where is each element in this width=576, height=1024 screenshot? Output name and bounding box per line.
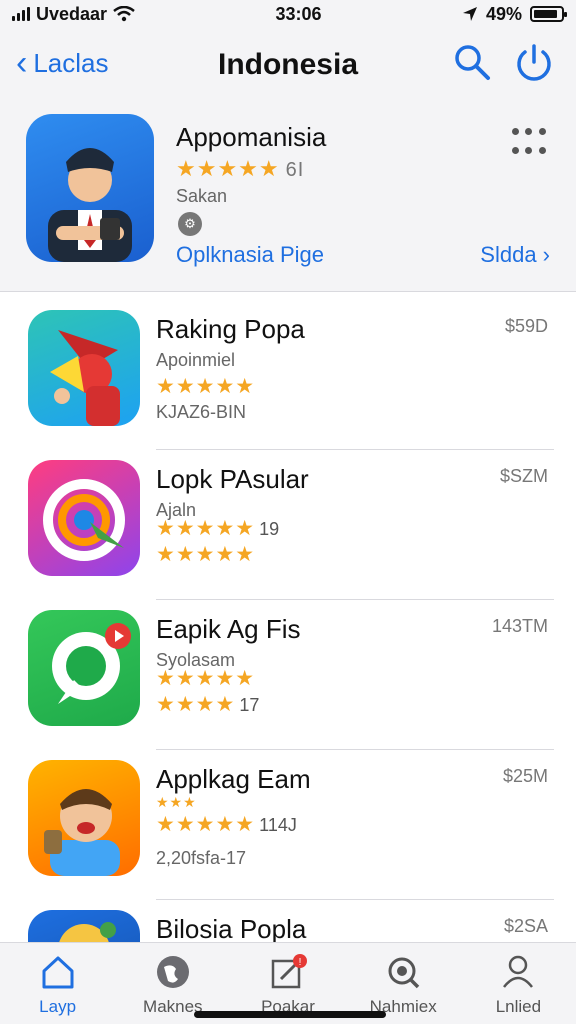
rating-count: 19 <box>259 519 280 539</box>
rating-count: 114J <box>259 815 297 835</box>
list-item[interactable]: Applkag Eam ★★★ ★★★★★ 114J 2,20fsfa-17 $2… <box>0 750 576 900</box>
home-indicator <box>194 1011 386 1018</box>
list-item[interactable]: Lopk PAsular Ajaln ★★★★★ 19 ★★★★★ $SZM <box>0 450 576 600</box>
stars: ★★★★ <box>156 693 236 716</box>
app-icon <box>28 310 140 426</box>
list-item[interactable]: Eapik Ag Fis Syolasam ★★★★★ ★★★★ 17 143TM <box>0 600 576 750</box>
list-item[interactable]: Bilosia Popla $2SA <box>0 900 576 942</box>
star-rating: ★★★★★ <box>176 156 280 181</box>
app-icon <box>28 760 140 876</box>
app-icon <box>28 610 140 726</box>
nav-bar: ‹ Laclas Indonesia <box>0 28 576 104</box>
app-developer: Apoinmiel <box>156 350 236 370</box>
tab-bar: Layp Maknes ! Poakar Nahmiex Lnlied <box>0 942 576 1024</box>
globe-icon <box>156 956 189 988</box>
featured-rating: ★★★★★ 6I <box>176 156 304 182</box>
star-rating-secondary: ★★★★ 17 <box>156 692 259 717</box>
battery-icon <box>530 6 567 22</box>
carrier-label: Uvedaar <box>36 3 108 24</box>
star-rating-secondary: ★★★★★ <box>156 543 256 566</box>
app-icon <box>28 460 140 576</box>
featured-action-link[interactable]: Sldda › <box>480 242 550 268</box>
status-left: Uvedaar <box>12 4 135 25</box>
wifi-icon <box>113 6 135 22</box>
star-rating: ★★★★★ 19 <box>156 516 279 541</box>
more-options-icon[interactable] <box>512 128 546 160</box>
featured-page-link[interactable]: Oplknasia Pige <box>176 242 324 268</box>
app-price[interactable]: $SZM <box>500 466 548 487</box>
featured-title: Appomanisia <box>176 122 327 152</box>
status-bar: Uvedaar 33:06 49% <box>0 0 576 28</box>
app-price[interactable]: 143TM <box>492 616 548 637</box>
status-right: 49% <box>462 3 567 25</box>
tab-label: Lnlied <box>495 997 542 1016</box>
stars: ★★★★★ <box>156 813 256 836</box>
app-name: Eapik Ag Fis <box>156 614 301 644</box>
list-item[interactable]: Raking Popa Apoinmiel ★★★★★ KJAZ6-BIN $5… <box>0 300 576 450</box>
stars: ★★★★★ <box>156 517 256 540</box>
rating-count: 17 <box>239 695 260 715</box>
edit-icon: ! <box>271 954 307 989</box>
app-meta: KJAZ6-BIN <box>156 402 247 422</box>
app-name: Bilosia Popla <box>156 914 307 942</box>
person-icon <box>503 955 534 988</box>
power-icon[interactable] <box>514 42 554 82</box>
featured-app: Appomanisia ★★★★★ 6I Sakan ⚙ Oplknasia Pi… <box>0 104 576 292</box>
app-price[interactable]: $59D <box>505 316 548 337</box>
svg-text:!: ! <box>299 957 302 968</box>
star-rating: ★★★★★ 114J <box>156 812 297 837</box>
tab-home[interactable]: Layp <box>0 943 115 1024</box>
signal-bars-icon <box>12 7 30 21</box>
app-name: Raking Popa <box>156 314 305 344</box>
home-icon <box>42 956 74 989</box>
tab-lnlied[interactable]: Lnlied <box>461 943 576 1024</box>
magnifier-icon <box>388 957 420 989</box>
tab-label: Layp <box>39 997 77 1016</box>
rating-count: 6I <box>285 159 305 181</box>
battery-percent: 49% <box>485 3 522 24</box>
featured-app-icon[interactable] <box>26 114 154 262</box>
app-icon <box>28 910 140 942</box>
featured-subtitle: Sakan <box>176 186 228 206</box>
star-rating-small: ★★★ <box>156 794 197 810</box>
search-icon[interactable] <box>452 42 492 82</box>
app-name: Applkag Eam <box>156 764 311 794</box>
status-time: 33:06 <box>275 3 322 24</box>
star-rating: ★★★★★ <box>156 667 256 690</box>
app-price[interactable]: $25M <box>503 766 548 787</box>
location-arrow-icon <box>462 7 477 21</box>
app-price[interactable]: $2SA <box>504 916 548 937</box>
app-meta: 2,20fsfa-17 <box>156 848 247 868</box>
star-rating: ★★★★★ <box>156 375 256 398</box>
app-name: Lopk PAsular <box>156 464 309 494</box>
settings-badge-icon: ⚙ <box>178 212 202 236</box>
